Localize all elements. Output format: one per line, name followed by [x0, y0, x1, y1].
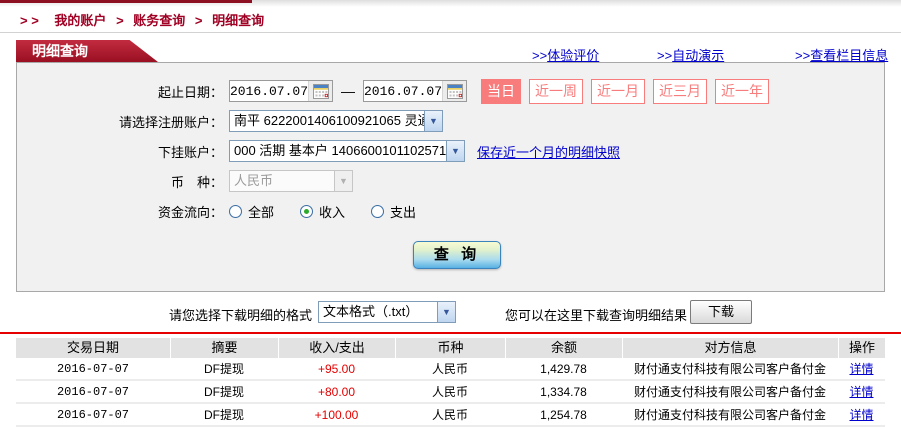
flow-income-radio[interactable]: 收入: [300, 202, 345, 221]
results-table: 交易日期 摘要 收入/支出 币种 余额 对方信息 操作 2016-07-07 D…: [16, 338, 885, 427]
breadcrumb-separator: >: [194, 13, 203, 28]
chevron-down-icon: ▼: [424, 111, 442, 131]
breadcrumb-divider: [0, 32, 901, 33]
calendar-icon[interactable]: [308, 81, 332, 101]
fund-flow-label: 资金流向：: [157, 204, 223, 220]
currency-label: 币 种：: [170, 174, 223, 190]
detail-query-tab[interactable]: 明细查询: [16, 40, 158, 62]
breadcrumb-separator: >: [116, 13, 124, 28]
date-range-dash: —: [341, 83, 355, 99]
top-red-bar: [0, 0, 252, 3]
date-range-label: 起止日期：: [157, 84, 223, 100]
download-button[interactable]: 下载: [690, 300, 752, 324]
download-format-label: 请您选择下载明细的格式: [168, 308, 312, 323]
range-last-month-button[interactable]: 近一月: [591, 78, 645, 104]
breadcrumb-item-detail-query[interactable]: 明细查询: [212, 13, 264, 28]
start-date-field[interactable]: [229, 80, 333, 102]
range-last-3-months-button[interactable]: 近三月: [653, 78, 707, 104]
download-hint: 您可以在这里下载查询明细结果: [505, 308, 688, 323]
radio-icon[interactable]: [371, 204, 385, 218]
table-header-row: 交易日期 摘要 收入/支出 币种 余额 对方信息 操作: [16, 338, 885, 358]
sub-account-row: 下挂账户： 000 活期 基本户 1406600101102571848 ▼ 保…: [17, 139, 884, 163]
sub-account-label: 下挂账户：: [157, 144, 223, 160]
range-last-year-button[interactable]: 近一年: [715, 78, 769, 104]
registered-account-select[interactable]: 南平 6222001406100921065 灵通卡 ▼: [229, 110, 443, 132]
breadcrumb: > > 我的账户 > 账务查询 > 明细查询: [20, 10, 264, 29]
col-action: 操作: [838, 338, 885, 358]
col-summary: 摘要: [170, 338, 278, 358]
range-today-button[interactable]: 当日: [481, 78, 521, 104]
radio-icon[interactable]: [229, 204, 242, 218]
detail-link[interactable]: 详情: [849, 408, 873, 422]
col-income-expense: 收入/支出: [278, 338, 395, 358]
table-row: 2016-07-07 DF提现 +80.00 人民币 1,334.78 财付通支…: [16, 382, 885, 404]
registered-account-row: 请选择注册账户： 南平 6222001406100921065 灵通卡 ▼: [17, 109, 884, 133]
flow-expense-radio[interactable]: 支出: [371, 202, 416, 221]
chevron-down-icon: ▼: [446, 141, 464, 161]
range-last-week-button[interactable]: 近一周: [529, 78, 583, 104]
currency-select-disabled: 人民币 ▼: [229, 170, 353, 192]
breadcrumb-prefix: > >: [20, 13, 39, 28]
sub-account-select[interactable]: 000 活期 基本户 1406600101102571848 ▼: [229, 140, 465, 162]
fund-flow-row: 资金流向： 全部 收入 支出: [17, 199, 884, 223]
red-divider: [0, 332, 901, 334]
currency-row: 币 种： 人民币 ▼: [17, 169, 884, 193]
end-date-input[interactable]: [364, 82, 442, 100]
breadcrumb-item-my-accounts[interactable]: 我的账户: [54, 13, 106, 28]
registered-account-label: 请选择注册账户：: [118, 114, 223, 130]
col-transaction-date: 交易日期: [16, 338, 170, 358]
chevron-down-icon: ▼: [437, 302, 455, 322]
flow-all-radio[interactable]: 全部: [229, 202, 274, 221]
download-row: 请您选择下载明细的格式 文本格式（.txt） ▼ 您可以在这里下载查询明细结果 …: [0, 299, 901, 326]
date-range-row: 起止日期： 2016.07.07 — 2016.07.07 当日 近一周 近一月…: [17, 78, 884, 104]
table-row: 2016-07-07 DF提现 +95.00 人民币 1,429.78 财付通支…: [16, 359, 885, 381]
chevron-down-icon: ▼: [334, 171, 352, 191]
col-counterparty: 对方信息: [622, 338, 838, 358]
query-button[interactable]: 查 询: [413, 241, 501, 269]
detail-link[interactable]: 详情: [849, 362, 873, 376]
calendar-icon[interactable]: [442, 81, 466, 101]
start-date-input[interactable]: [230, 82, 308, 100]
save-monthly-snapshot-link[interactable]: 保存近一个月的明细快照: [477, 142, 620, 161]
detail-link[interactable]: 详情: [849, 385, 873, 399]
col-currency: 币种: [395, 338, 505, 358]
query-form-panel: 起止日期： 2016.07.07 — 2016.07.07 当日 近一周 近一月…: [16, 62, 885, 292]
breadcrumb-item-account-inquiry[interactable]: 账务查询: [133, 13, 185, 28]
radio-checked-icon[interactable]: [300, 204, 314, 218]
end-date-field[interactable]: [363, 80, 467, 102]
col-balance: 余额: [505, 338, 622, 358]
page: > > 我的账户 > 账务查询 > 明细查询 明细查询 >>体验评价 >>自动演…: [0, 0, 901, 427]
download-format-select[interactable]: 文本格式（.txt） ▼: [318, 301, 456, 323]
